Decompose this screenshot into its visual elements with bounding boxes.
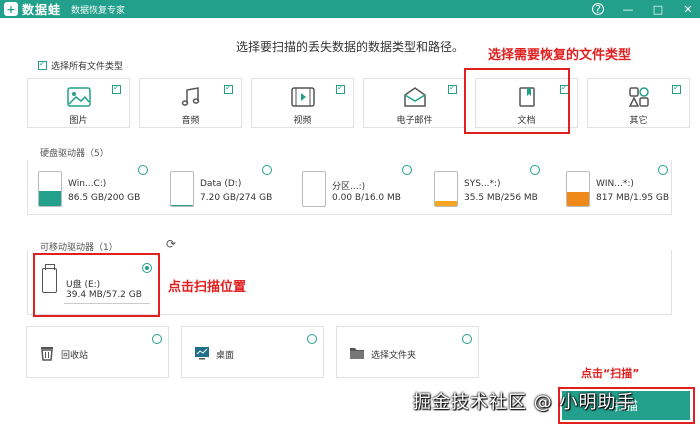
drive-name: 分区...:): [332, 182, 366, 192]
drive-radio[interactable]: [402, 165, 412, 175]
folder-icon: [350, 348, 364, 359]
drive-partition[interactable]: 分区...:) 0.00 B/16.0 MB: [294, 165, 414, 210]
drive-size: 86.5 GB/200 GB: [68, 193, 141, 203]
location-select-folder[interactable]: 选择文件夹: [336, 326, 479, 378]
app-logo: + 数据蛙: [4, 1, 61, 18]
select-all-label: 选择所有文件类型: [51, 62, 124, 72]
drive-icon: [170, 171, 194, 207]
drive-usage-fill: [567, 191, 589, 206]
drive-sys[interactable]: SYS...*:) 35.5 MB/256 MB: [426, 165, 546, 210]
drive-name: WIN...*:): [596, 179, 634, 189]
usb-highlight-box: [33, 253, 160, 317]
file-type-grid: 图片 音频 视频 电子邮件 文档: [27, 78, 690, 128]
image-checkbox[interactable]: [112, 83, 121, 94]
minimize-icon[interactable]: —: [622, 4, 634, 15]
document-highlight-box: [464, 68, 570, 134]
drive-icon: [434, 171, 458, 207]
audio-label: 音频: [181, 116, 200, 126]
refresh-icon[interactable]: ⟳: [166, 238, 176, 250]
file-type-audio[interactable]: 音频: [139, 78, 242, 128]
location-radio[interactable]: [307, 334, 317, 344]
drive-radio[interactable]: [138, 165, 148, 175]
apps-icon: [628, 87, 649, 107]
drive-radio[interactable]: [530, 165, 540, 175]
drive-radio[interactable]: [658, 165, 668, 175]
drive-size: 817 MB/1.95 GB: [596, 193, 670, 203]
desktop-icon: [195, 347, 209, 360]
file-type-other[interactable]: 其它: [587, 78, 690, 128]
select-all-types[interactable]: 选择所有文件类型: [38, 59, 123, 72]
app-subtitle: 数据恢复专家: [71, 5, 126, 16]
hard-drives-title: 硬盘驱动器（5）: [40, 149, 109, 159]
email-checkbox[interactable]: [448, 83, 457, 94]
other-checkbox[interactable]: [672, 83, 681, 94]
title-bar: + 数据蛙 数据恢复专家 ? — □ ✕: [0, 0, 700, 18]
audio-checkbox[interactable]: [224, 83, 233, 94]
location-desktop[interactable]: 桌面: [181, 326, 324, 378]
other-label: 其它: [629, 116, 648, 126]
drive-radio[interactable]: [262, 165, 272, 175]
drive-size: 0.00 B/16.0 MB: [332, 193, 401, 203]
annotation-location: 点击扫描位置: [168, 280, 247, 295]
select-all-checkbox[interactable]: [38, 59, 47, 70]
drive-size: 7.20 GB/274 GB: [200, 193, 273, 203]
location-label: 选择文件夹: [371, 351, 417, 361]
image-label: 图片: [69, 116, 88, 126]
annotation-file-type: 选择需要恢复的文件类型: [488, 48, 632, 63]
drive-icon: [302, 171, 326, 207]
location-radio[interactable]: [462, 334, 472, 344]
drive-name: Win...C:): [68, 179, 107, 189]
location-radio[interactable]: [152, 334, 162, 344]
drive-size: 35.5 MB/256 MB: [464, 193, 538, 203]
video-label: 视频: [293, 116, 312, 126]
drive-usage-fill: [435, 201, 457, 206]
close-icon[interactable]: ✕: [682, 4, 694, 15]
help-icon[interactable]: ?: [592, 3, 604, 15]
drive-name: SYS...*:): [464, 179, 501, 189]
window-controls: ? — □ ✕: [592, 0, 694, 18]
video-checkbox[interactable]: [336, 83, 345, 94]
file-type-email[interactable]: 电子邮件: [363, 78, 466, 128]
drive-win[interactable]: WIN...*:) 817 MB/1.95 GB: [558, 165, 678, 210]
recycle-bin-icon: [41, 347, 53, 361]
location-recycle-bin[interactable]: 回收站: [26, 326, 169, 378]
annotation-scan: 点击“扫描”: [581, 367, 640, 380]
email-icon: [403, 87, 426, 107]
drive-usage-fill: [171, 204, 193, 206]
drive-d[interactable]: Data (D:) 7.20 GB/274 GB: [162, 165, 282, 210]
image-icon: [66, 87, 91, 107]
location-label: 回收站: [61, 351, 89, 361]
app-name: 数据蛙: [22, 2, 62, 17]
video-icon: [290, 87, 315, 107]
maximize-icon[interactable]: □: [652, 4, 664, 15]
drive-c[interactable]: Win...C:) 86.5 GB/200 GB: [30, 165, 150, 210]
location-label: 桌面: [216, 351, 235, 361]
drive-icon: [38, 171, 62, 207]
email-label: 电子邮件: [396, 116, 433, 126]
drive-icon: [566, 171, 590, 207]
drive-name: Data (D:): [200, 179, 242, 189]
file-type-image[interactable]: 图片: [27, 78, 130, 128]
file-type-video[interactable]: 视频: [251, 78, 354, 128]
music-icon: [181, 87, 199, 106]
logo-icon: +: [4, 2, 18, 16]
drive-usage-fill: [39, 191, 61, 206]
watermark-text: 掘金技术社区 @ 小明助手: [413, 392, 636, 413]
